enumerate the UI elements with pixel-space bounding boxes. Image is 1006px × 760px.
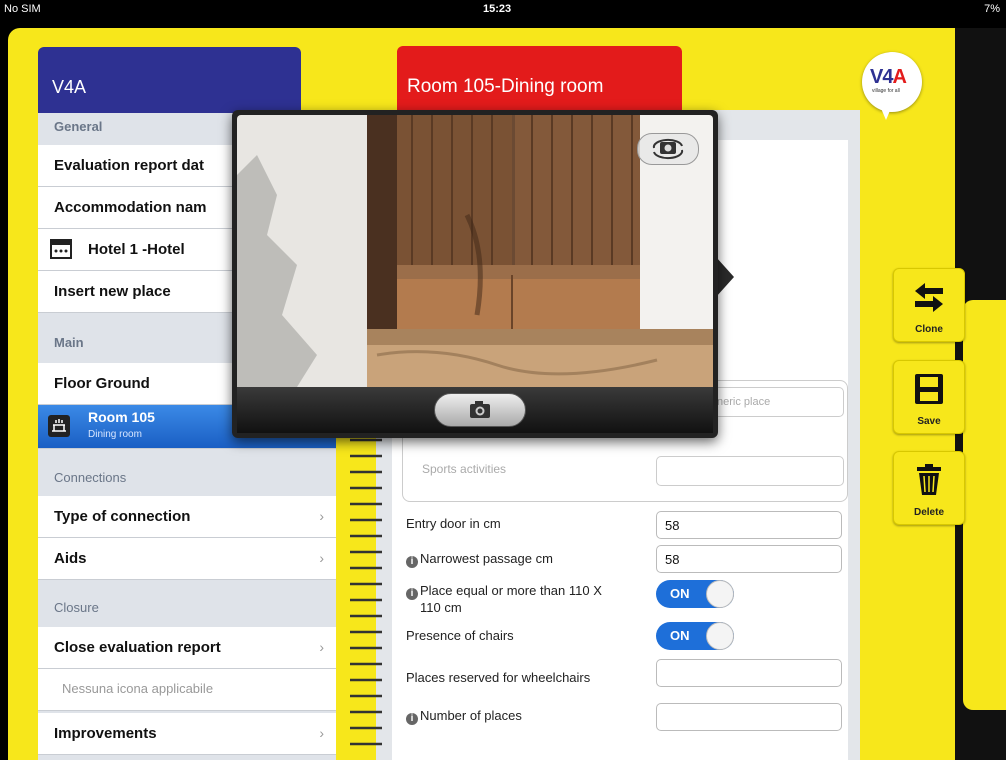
sidebar-tab: V4A xyxy=(38,47,301,119)
places-reserved-label: Places reserved for wheelchairs xyxy=(406,670,591,685)
place-equal-text-1: Place equal or more than 110 X xyxy=(420,583,602,598)
row-sublabel: Dining room xyxy=(88,429,142,440)
narrowest-passage-input[interactable]: 58 xyxy=(656,545,842,573)
popover-arrow xyxy=(716,257,734,297)
row-aids[interactable]: Aids › xyxy=(38,538,336,580)
camera-popover xyxy=(232,110,718,438)
logo-tagline: village for all xyxy=(872,88,900,94)
trash-icon xyxy=(917,464,941,495)
delete-button[interactable]: Delete xyxy=(893,451,965,525)
row-label: Insert new place xyxy=(54,283,171,300)
delete-label: Delete xyxy=(913,507,944,518)
chevron-right-icon: › xyxy=(319,639,324,655)
folder-tab-strip xyxy=(963,300,1006,710)
toggle-label: ON xyxy=(670,628,690,643)
row-label: Close evaluation report xyxy=(54,639,221,656)
place-equal-text-2: 110 cm xyxy=(420,600,462,615)
section-general: General xyxy=(54,119,103,134)
place-equal-label: i Place equal or more than 110 X 110 cm xyxy=(406,583,602,616)
sidebar-tab-title: V4A xyxy=(52,77,87,97)
section-connections: Connections xyxy=(54,470,127,485)
clone-label: Clone xyxy=(915,324,943,335)
camera-icon xyxy=(470,401,490,418)
status-bar: No SIM 15:23 7% xyxy=(0,0,1006,20)
switch-camera-button[interactable] xyxy=(637,133,699,165)
presence-chairs-label: Presence of chairs xyxy=(406,628,514,643)
logo-main: V4 xyxy=(870,66,893,88)
info-icon[interactable]: i xyxy=(406,713,418,725)
row-label: Evaluation report dat xyxy=(54,157,205,174)
v4a-logo: V4A village for all xyxy=(862,52,922,120)
toggle-knob xyxy=(706,580,734,608)
logo-bubble-tail xyxy=(880,106,892,120)
number-places-input[interactable] xyxy=(656,703,842,731)
number-places-text: Number of places xyxy=(420,708,522,723)
shutter-button[interactable] xyxy=(434,393,526,427)
clock: 15:23 xyxy=(483,3,512,15)
detail-tab: Room 105-Dining room xyxy=(397,46,682,119)
row-label: Nessuna icona applicabile xyxy=(62,681,214,696)
row-label: Floor Ground xyxy=(54,375,150,392)
chevron-right-icon: › xyxy=(319,508,324,524)
row-label: Hotel 1 -Hotel xyxy=(88,241,185,258)
sports-activities-field[interactable] xyxy=(656,456,844,486)
generic-place-placeholder: neric place xyxy=(717,396,771,408)
number-places-label: i Number of places xyxy=(406,708,522,725)
camera-toolbar xyxy=(237,387,713,433)
chevron-right-icon: › xyxy=(319,550,324,566)
row-close-evaluation-report[interactable]: Close evaluation report › xyxy=(38,627,336,669)
chevron-right-icon: › xyxy=(319,725,324,741)
swap-arrows-icon xyxy=(915,283,943,312)
sports-activities-label: Sports activities xyxy=(422,462,507,476)
toggle-label: ON xyxy=(670,586,690,601)
switch-camera-icon xyxy=(652,138,684,160)
row-label: Type of connection xyxy=(54,508,191,525)
places-reserved-input[interactable] xyxy=(656,659,842,687)
save-label: Save xyxy=(917,416,941,427)
narrowest-passage-label: i Narrowest passage cm xyxy=(406,551,553,568)
row-no-icon: Nessuna icona applicabile xyxy=(38,669,336,711)
notebook-rings xyxy=(350,438,382,746)
row-label: Improvements xyxy=(54,725,157,742)
row-improvements[interactable]: Improvements › xyxy=(38,713,336,755)
section-main: Main xyxy=(54,335,84,350)
toggle-knob xyxy=(706,622,734,650)
entry-door-input[interactable]: 58 xyxy=(656,511,842,539)
floppy-disk-icon xyxy=(915,374,943,404)
info-icon[interactable]: i xyxy=(406,588,418,600)
row-label: Aids xyxy=(54,550,87,567)
narrowest-passage-text: Narrowest passage cm xyxy=(420,551,553,566)
detail-tab-title: Room 105-Dining room xyxy=(407,76,604,97)
place-equal-toggle[interactable]: ON xyxy=(656,580,734,608)
carrier-label: No SIM xyxy=(4,3,41,15)
calendar-icon xyxy=(50,239,72,259)
camera-viewfinder xyxy=(237,115,713,387)
info-icon[interactable]: i xyxy=(406,556,418,568)
entry-door-label: Entry door in cm xyxy=(406,516,501,531)
section-closure: Closure xyxy=(54,600,99,615)
row-type-of-connection[interactable]: Type of connection › xyxy=(38,496,336,538)
logo-accent: A xyxy=(892,66,906,88)
save-button[interactable]: Save xyxy=(893,360,965,434)
row-label: Accommodation nam xyxy=(54,199,207,216)
presence-chairs-toggle[interactable]: ON xyxy=(656,622,734,650)
clone-button[interactable]: Clone xyxy=(893,268,965,342)
dining-room-icon xyxy=(48,415,70,437)
row-label: Room 105 xyxy=(88,409,155,425)
battery-label: 7% xyxy=(984,3,1000,15)
